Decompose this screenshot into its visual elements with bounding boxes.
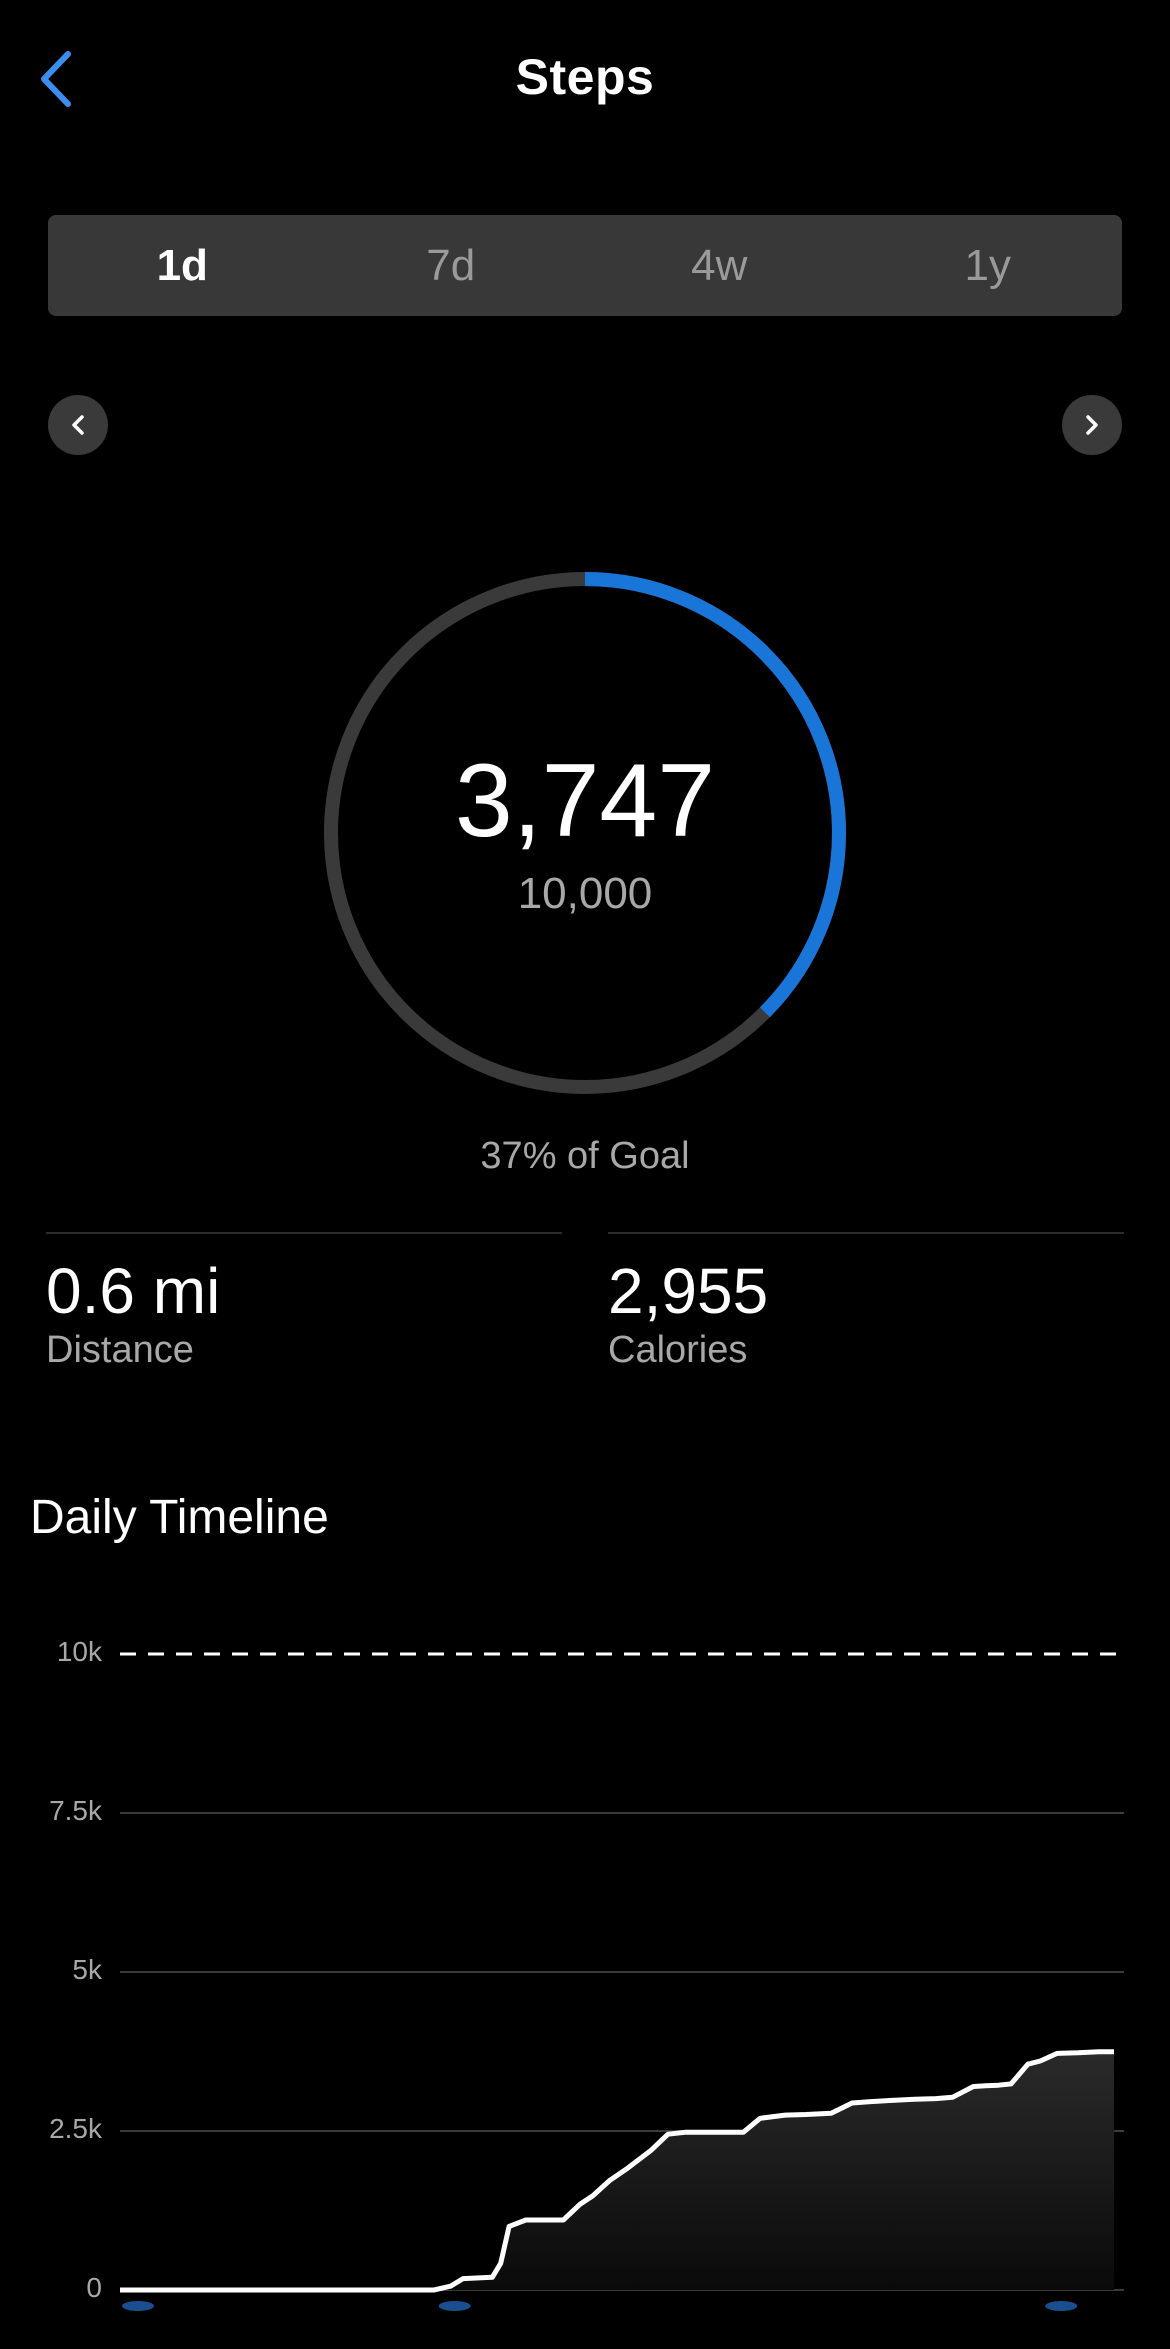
y-tick-label: 2.5k: [49, 2113, 102, 2144]
chevron-right-icon: [1086, 415, 1098, 435]
chevron-left-icon: [72, 415, 84, 435]
timeline-marker: [122, 2301, 154, 2311]
progress-ring: 3,747 10,000: [318, 566, 852, 1100]
timeline-marker: [1045, 2301, 1078, 2311]
goal-percentage: 37% of Goal: [480, 1135, 690, 1177]
daily-timeline-title: Daily Timeline: [30, 1491, 329, 1544]
y-tick-label: 10k: [56, 1636, 102, 1667]
time-range-selector: 1d 7d 4w 1y: [48, 215, 1122, 316]
distance-label: Distance: [46, 1329, 194, 1371]
steps-area: [120, 2051, 1114, 2290]
tab-1y[interactable]: 1y: [854, 215, 1123, 316]
next-day-button[interactable]: [1062, 395, 1122, 455]
page-title: Steps: [515, 49, 655, 105]
calories-value: 2,955: [608, 1255, 769, 1327]
tab-4w[interactable]: 4w: [585, 215, 854, 316]
tab-1d[interactable]: 1d: [48, 215, 317, 316]
y-tick-label: 0: [86, 2272, 102, 2303]
step-count: 3,747: [454, 743, 716, 859]
y-tick-label: 5k: [72, 1954, 102, 1985]
distance-value: 0.6 mi: [46, 1255, 221, 1327]
step-goal: 10,000: [517, 869, 653, 918]
calories-label: Calories: [608, 1329, 748, 1371]
timeline-marker: [438, 2301, 471, 2311]
y-tick-label: 7.5k: [49, 1795, 102, 1826]
daily-timeline-chart: 0 2.5k 5k 7.5k 10k: [0, 1600, 1170, 2344]
distance-stat: 0.6 mi Distance: [46, 1232, 562, 1372]
calories-stat: 2,955 Calories: [608, 1232, 1124, 1372]
header: Steps: [0, 0, 1170, 170]
tab-7d[interactable]: 7d: [317, 215, 586, 316]
previous-day-button[interactable]: [48, 395, 108, 455]
